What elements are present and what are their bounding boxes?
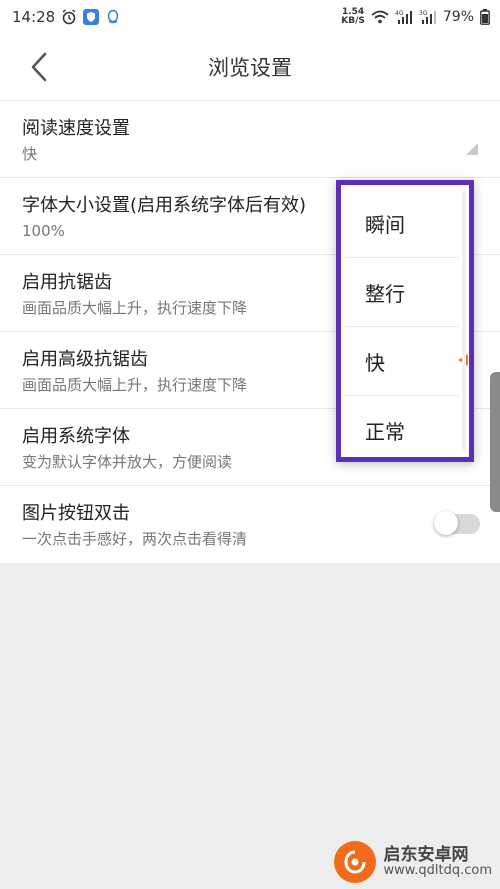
- option-label: 瞬间: [365, 212, 405, 237]
- setting-title: 图片按钮双击: [22, 503, 130, 524]
- qq-icon: [107, 9, 119, 24]
- dropdown-option-normal[interactable]: 正常: [345, 396, 459, 464]
- page-title: 浏览设置: [208, 56, 292, 80]
- option-label: 快: [365, 350, 385, 375]
- chevron-left-icon: [31, 52, 47, 82]
- alarm-icon: [62, 9, 76, 25]
- dropdown-scrollbar[interactable]: [462, 191, 466, 451]
- option-label: 正常: [365, 419, 405, 444]
- signal-3g-icon: 3G: [419, 10, 436, 24]
- option-label: 整行: [365, 281, 405, 306]
- battery-icon: [480, 9, 490, 25]
- dropdown-option-fast[interactable]: 快: [345, 327, 468, 396]
- app-header: 浏览设置: [0, 34, 500, 101]
- status-bar: 14:28 1.54 KB/S 4G 3G 79%: [0, 0, 500, 34]
- setting-title: 阅读速度设置: [22, 118, 130, 139]
- setting-value: 快: [22, 145, 38, 163]
- svg-text:3G: 3G: [419, 10, 428, 17]
- setting-image-double-click[interactable]: 图片按钮双击 一次点击手感好，两次点击看得清: [0, 486, 500, 563]
- watermark-text: 启东安卓网 www.qdltdq.com: [383, 844, 492, 879]
- back-button[interactable]: [20, 48, 58, 86]
- reading-speed-dropdown: 瞬间 整行 快 正常: [336, 180, 474, 462]
- battery-percent: 79%: [442, 9, 474, 25]
- watermark: 启东安卓网 www.qdltdq.com: [333, 841, 492, 883]
- dropdown-option-line[interactable]: 整行: [345, 258, 459, 327]
- shield-app-icon: [83, 9, 100, 25]
- setting-description: 一次点击手感好，两次点击看得清: [22, 530, 248, 548]
- dropdown-option-instant[interactable]: 瞬间: [345, 189, 459, 258]
- double-click-toggle[interactable]: [434, 511, 480, 535]
- net-speed: 1.54 KB/S: [341, 8, 365, 26]
- signal-4g-icon: 4G: [395, 10, 412, 24]
- watermark-url: www.qdltdq.com: [383, 863, 492, 879]
- watermark-name: 启东安卓网: [383, 844, 469, 865]
- toggle-knob: [434, 511, 458, 535]
- status-time: 14:28: [12, 8, 56, 26]
- wifi-icon: [371, 10, 389, 24]
- edge-scroll-handle[interactable]: [490, 372, 500, 512]
- svg-text:4G: 4G: [395, 10, 404, 17]
- net-speed-unit: KB/S: [341, 16, 365, 26]
- setting-reading-speed[interactable]: 阅读速度设置 快: [0, 101, 500, 178]
- dropdown-corner-icon: [466, 143, 478, 155]
- dropdown-options: 瞬间 整行 快 正常: [345, 189, 468, 453]
- watermark-logo-icon: [333, 841, 376, 883]
